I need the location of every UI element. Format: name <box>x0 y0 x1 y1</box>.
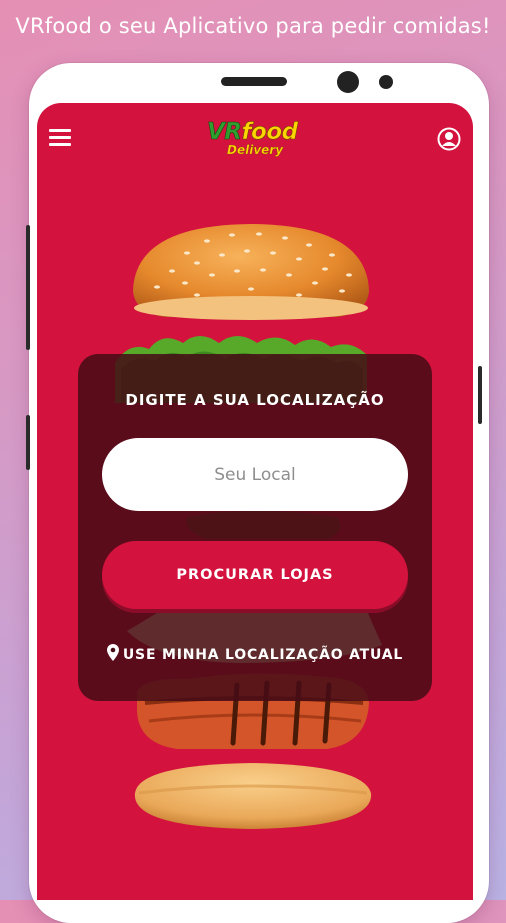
map-pin-icon <box>106 644 119 661</box>
app-screen: VRfood Delivery DIGITE A SUA LOCALIZAÇÃO… <box>37 103 473 900</box>
phone-side-button <box>26 225 30 350</box>
phone-sensor <box>379 75 393 89</box>
phone-side-button <box>26 415 30 470</box>
logo-delivery-text: Delivery <box>227 143 284 157</box>
use-current-location-label: USE MINHA LOCALIZAÇÃO ATUAL <box>122 647 404 663</box>
user-profile-icon[interactable] <box>437 127 461 151</box>
search-stores-button[interactable]: PROCURAR LOJAS <box>102 541 408 609</box>
location-card: DIGITE A SUA LOCALIZAÇÃO PROCURAR LOJAS … <box>78 354 432 701</box>
phone-side-button <box>478 366 482 424</box>
location-input[interactable] <box>102 438 408 511</box>
hamburger-menu-icon[interactable] <box>49 129 71 147</box>
use-current-location-link[interactable]: USE MINHA LOCALIZAÇÃO ATUAL <box>78 644 432 663</box>
phone-speaker <box>221 77 287 86</box>
promo-headline: VRfood o seu Aplicativo para pedir comid… <box>15 14 491 38</box>
location-card-title: DIGITE A SUA LOCALIZAÇÃO <box>125 391 385 409</box>
logo-vr-text: VR <box>207 119 243 145</box>
vrfood-logo: VRfood Delivery <box>207 120 303 164</box>
logo-food-text: food <box>241 119 298 145</box>
phone-camera <box>337 71 359 93</box>
